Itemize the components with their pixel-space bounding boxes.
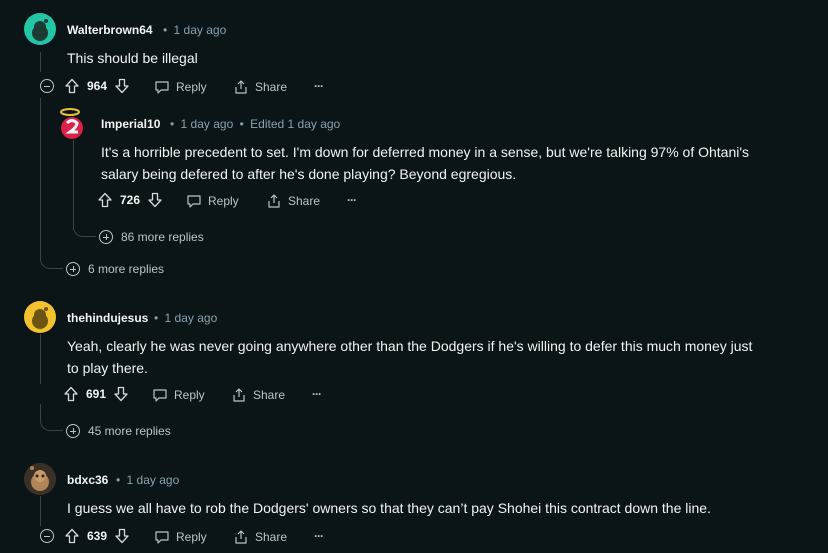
share-icon bbox=[233, 388, 245, 402]
comment-meta: • 1 day ago • Edited 1 day ago bbox=[170, 117, 340, 131]
upvote-icon bbox=[65, 528, 79, 544]
reply-avatar[interactable] bbox=[56, 106, 88, 140]
overflow-menu-button[interactable]: ··· bbox=[314, 79, 324, 93]
comment-time[interactable]: 1 day ago bbox=[174, 23, 227, 37]
snoo-icon bbox=[32, 19, 48, 41]
comment-body: Yeah, clearly he was never going anywher… bbox=[67, 338, 753, 376]
comment-meta: • 1 day ago bbox=[154, 311, 217, 325]
snoo-icon bbox=[24, 463, 56, 495]
collapse-button[interactable] bbox=[40, 79, 62, 93]
overflow-menu-button[interactable]: ··· bbox=[314, 529, 324, 543]
upvote-icon bbox=[65, 78, 79, 94]
comment-username[interactable]: thehindujesus bbox=[67, 311, 148, 325]
reply-button[interactable]: Reply bbox=[152, 387, 205, 403]
reply-icon bbox=[153, 389, 167, 402]
more-replies-label: 86 more replies bbox=[121, 230, 204, 244]
more-replies-label: 45 more replies bbox=[88, 424, 171, 438]
comment-meta: • 1 day ago bbox=[116, 473, 179, 487]
share-label: Share bbox=[253, 388, 286, 402]
overflow-menu-icon: ··· bbox=[347, 193, 357, 207]
share-button[interactable]: Share bbox=[233, 79, 287, 95]
share-label: Share bbox=[255, 530, 288, 544]
overflow-menu-button[interactable]: ··· bbox=[312, 387, 322, 401]
downvote-button[interactable] bbox=[114, 78, 130, 94]
reply-icon bbox=[155, 531, 169, 544]
reply-icon bbox=[155, 81, 169, 94]
expand-icon bbox=[66, 262, 80, 276]
reply-label: Reply bbox=[174, 388, 205, 402]
snoo-icon bbox=[32, 307, 48, 329]
meta-separator: • bbox=[163, 23, 168, 37]
share-icon bbox=[235, 530, 247, 544]
downvote-icon bbox=[148, 192, 162, 208]
downvote-button[interactable] bbox=[113, 386, 129, 402]
downvote-button[interactable] bbox=[147, 192, 163, 208]
reply-label: Reply bbox=[208, 194, 239, 208]
more-replies-button[interactable]: 6 more replies bbox=[66, 262, 164, 276]
overflow-menu-button[interactable]: ··· bbox=[347, 193, 357, 207]
share-button[interactable]: Share bbox=[233, 529, 287, 545]
reply-label: Reply bbox=[176, 80, 207, 94]
vote-count: 639 bbox=[87, 529, 108, 543]
more-replies-button[interactable]: 45 more replies bbox=[66, 424, 171, 438]
vote-controls: 691 bbox=[63, 386, 129, 402]
downvote-icon bbox=[115, 528, 129, 544]
avatar[interactable] bbox=[24, 463, 56, 495]
reply-button[interactable]: Reply bbox=[154, 529, 207, 545]
vote-count: 964 bbox=[87, 79, 108, 93]
downvote-icon bbox=[115, 78, 129, 94]
more-replies-label: 6 more replies bbox=[88, 262, 165, 276]
comment-username[interactable]: Walterbrown64 bbox=[67, 23, 153, 37]
comment-username[interactable]: bdxc36 bbox=[67, 473, 108, 487]
overflow-menu-icon: ··· bbox=[312, 387, 322, 401]
share-label: Share bbox=[288, 194, 321, 208]
upvote-icon bbox=[64, 386, 78, 402]
vote-count: 691 bbox=[86, 387, 107, 401]
edited-label: Edited 1 day ago bbox=[250, 117, 341, 131]
upvote-button[interactable] bbox=[64, 528, 80, 544]
comment-time[interactable]: 1 day ago bbox=[165, 311, 218, 325]
overflow-menu-icon: ··· bbox=[314, 529, 324, 543]
collapse-button[interactable] bbox=[40, 529, 62, 543]
collapse-icon bbox=[40, 79, 54, 93]
comment-time[interactable]: 1 day ago bbox=[127, 473, 180, 487]
meta-separator: • bbox=[170, 117, 175, 131]
meta-separator: • bbox=[239, 117, 244, 131]
collapse-icon bbox=[40, 529, 54, 543]
vote-count: 726 bbox=[120, 193, 141, 207]
share-icon bbox=[235, 80, 247, 94]
share-icon bbox=[268, 194, 280, 208]
downvote-icon bbox=[114, 386, 128, 402]
reply-icon bbox=[187, 195, 201, 208]
more-replies-button[interactable]: 86 more replies bbox=[99, 230, 204, 244]
reply-button[interactable]: Reply bbox=[186, 193, 239, 209]
comment-body: It's a horrible precedent to set. I'm do… bbox=[101, 144, 750, 182]
vote-controls: 639 bbox=[64, 528, 130, 544]
comment-body: I guess we all have to rob the Dodgers' … bbox=[67, 500, 711, 516]
downvote-button[interactable] bbox=[114, 528, 130, 544]
upvote-button[interactable] bbox=[64, 78, 80, 94]
share-label: Share bbox=[255, 80, 288, 94]
share-button[interactable]: Share bbox=[231, 387, 285, 403]
expand-icon bbox=[99, 230, 113, 244]
comment-meta: • 1 day ago bbox=[163, 23, 226, 37]
meta-separator: • bbox=[116, 473, 121, 487]
share-button[interactable]: Share bbox=[266, 193, 320, 209]
avatar[interactable] bbox=[24, 301, 56, 333]
comment-body: This should be illegal bbox=[67, 50, 198, 66]
halo-avatar-icon bbox=[60, 108, 83, 139]
vote-controls: 964 bbox=[64, 78, 130, 94]
expand-icon bbox=[66, 424, 80, 438]
overflow-menu-icon: ··· bbox=[314, 79, 324, 93]
reply-button[interactable]: Reply bbox=[154, 79, 207, 95]
comment-username[interactable]: Imperial10 bbox=[101, 117, 160, 131]
upvote-button[interactable] bbox=[63, 386, 79, 402]
reply-label: Reply bbox=[176, 530, 207, 544]
vote-controls: 726 bbox=[97, 192, 163, 208]
comment-time[interactable]: 1 day ago bbox=[181, 117, 234, 131]
upvote-button[interactable] bbox=[97, 192, 113, 208]
avatar[interactable] bbox=[24, 13, 56, 45]
upvote-icon bbox=[98, 192, 112, 208]
meta-separator: • bbox=[154, 311, 159, 325]
